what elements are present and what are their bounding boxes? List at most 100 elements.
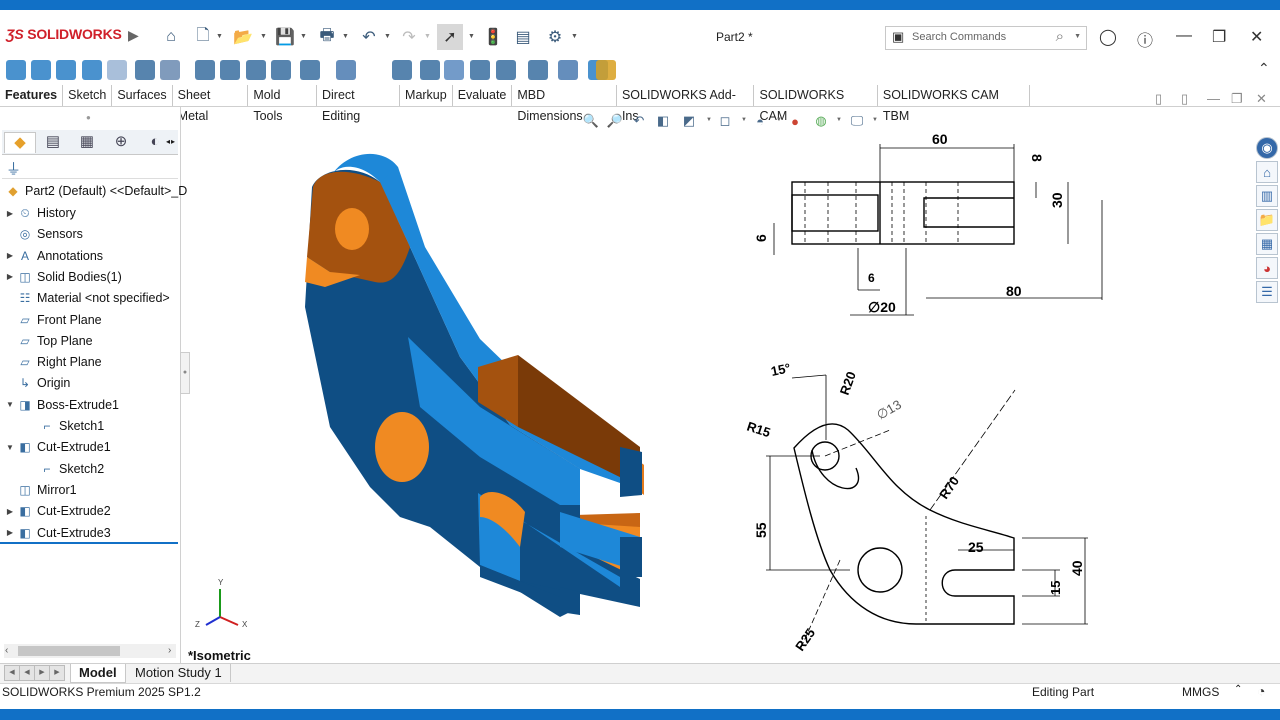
swept-cut-icon[interactable] [220, 60, 240, 80]
tab-direct-editing[interactable]: Direct Editing [317, 85, 401, 123]
doc-minimize-icon[interactable]: — [1207, 91, 1220, 106]
rib-icon[interactable] [392, 60, 412, 80]
new-dropdown-icon[interactable]: ▼ [216, 33, 223, 40]
tab-mbd-dimensions[interactable]: MBD Dimensions [512, 85, 617, 123]
home-taskpane-icon[interactable]: ⌂ [1256, 161, 1278, 183]
tree-item-cut-extrude2[interactable]: ▶ ◧ Cut-Extrude2 [4, 501, 111, 521]
tab-evaluate[interactable]: Evaluate [452, 85, 513, 107]
linear-pattern-icon[interactable] [336, 60, 356, 80]
expand-arrow-icon[interactable]: ▶ [4, 251, 16, 260]
tree-item-sketch1[interactable]: ⌐ Sketch1 [26, 416, 104, 436]
redo-dropdown-icon[interactable]: ▼ [424, 33, 431, 40]
shell-icon[interactable] [444, 60, 464, 80]
expand-arrow-icon[interactable]: ▶ [4, 528, 16, 537]
display-style-icon[interactable]: ◓ [751, 112, 769, 130]
intersect-icon[interactable] [496, 60, 516, 80]
restore-icon[interactable]: ❐ [1212, 27, 1226, 47]
wrap-icon[interactable] [470, 60, 490, 80]
tab-features[interactable]: Features [0, 85, 64, 107]
tab-model[interactable]: Model [70, 664, 126, 683]
tab-motion-study[interactable]: Motion Study 1 [127, 664, 231, 682]
undo-dropdown-icon[interactable]: ▼ [384, 33, 391, 40]
rollback-bar[interactable] [0, 542, 178, 544]
tree-item-history[interactable]: ▶ ⏲ History [4, 203, 76, 223]
tree-item-cut-extrude3[interactable]: ▶ ◧ Cut-Extrude3 [4, 523, 111, 543]
scroll-left-arrow-icon[interactable]: ‹ [5, 645, 8, 656]
tile-left-icon[interactable]: ▯ [1155, 91, 1162, 107]
scene-dropdown-icon[interactable]: ▼ [836, 117, 842, 123]
options-dropdown-icon[interactable]: ▼ [571, 33, 578, 40]
tree-item-cut-extrude1[interactable]: ▼ ◧ Cut-Extrude1 [4, 437, 111, 457]
tree-horizontal-scrollbar[interactable] [4, 644, 176, 658]
select-dropdown-icon[interactable]: ▼ [468, 33, 475, 40]
rebuild-traffic-light-icon[interactable]: 🚦 [482, 27, 504, 47]
tree-item-solid-bodies-1[interactable]: ▶ ◫ Solid Bodies(1) [4, 267, 122, 287]
tree-item-origin[interactable]: ↳ Origin [4, 373, 70, 393]
filter-icon[interactable]: ⏚ [6, 158, 21, 179]
3d-model-viewport[interactable]: Y X Z [180, 107, 740, 663]
reference-geometry-icon[interactable] [558, 60, 578, 80]
tree-item-top-plane[interactable]: ▱ Top Plane [4, 331, 92, 351]
configuration-manager-tab-icon[interactable]: ▦ [72, 132, 102, 152]
print-dropdown-icon[interactable]: ▼ [342, 33, 349, 40]
feature-manager-tab-icon[interactable]: ◆ [4, 132, 36, 153]
tree-item-annotations[interactable]: ▶ A Annotations [4, 246, 103, 266]
tabs-scroll-right-icon[interactable]: ▸ [171, 137, 175, 146]
first-tab-nav-icon[interactable]: ◀ [4, 665, 20, 681]
status-info-icon[interactable]: ◔ [1257, 683, 1265, 699]
redo-icon[interactable]: ↷ [398, 27, 420, 47]
view-palette-icon[interactable]: ▦ [1256, 233, 1278, 255]
view-settings-dropdown-icon[interactable]: ▼ [872, 117, 878, 123]
display-style-dropdown-icon[interactable]: ▼ [776, 117, 782, 123]
appearances-scenes-icon[interactable]: ◕ [1256, 257, 1278, 279]
user-account-icon[interactable]: ◯ [1099, 27, 1117, 47]
tabs-scroll-left-icon[interactable]: ◂ [166, 137, 170, 146]
orientation-dropdown-icon[interactable]: ▼ [741, 117, 747, 123]
boundary-boss-icon[interactable] [107, 60, 127, 80]
status-units[interactable]: MMGS [1182, 685, 1219, 699]
solidworks-resources-icon[interactable]: ◉ [1256, 137, 1278, 159]
tree-item-sketch2[interactable]: ⌐ Sketch2 [26, 459, 104, 479]
doc-close-icon[interactable]: ✕ [1256, 91, 1267, 107]
tree-item-boss-extrude1[interactable]: ▼ ◨ Boss-Extrude1 [4, 395, 119, 415]
units-menu-icon[interactable]: ⌃ [1234, 684, 1242, 695]
expand-arrow-icon[interactable]: ▶ [4, 209, 16, 218]
design-library-icon[interactable]: ▥ [1256, 185, 1278, 207]
print-icon[interactable]: 🖶 [316, 27, 338, 47]
hole-wizard-icon[interactable] [160, 60, 180, 80]
prev-tab-nav-icon[interactable]: ◀ [19, 665, 35, 681]
minimize-icon[interactable]: — [1176, 27, 1192, 45]
expand-arrow-icon[interactable]: ▶ [4, 507, 16, 516]
mirror-icon[interactable] [528, 60, 548, 80]
tab-sketch[interactable]: Sketch [63, 85, 113, 107]
home-icon[interactable]: ⌂ [160, 27, 182, 47]
file-properties-icon[interactable]: ▤ [512, 27, 534, 47]
tab-solidworks-add-ins[interactable]: SOLIDWORKS Add-Ins [616, 85, 755, 123]
open-folder-icon[interactable]: 📂 [232, 27, 254, 47]
select-pointer-icon[interactable]: ➚ [437, 24, 463, 50]
expand-arrow-icon[interactable]: ▼ [4, 443, 16, 452]
lofted-cut-icon[interactable] [246, 60, 266, 80]
dimxpert-manager-tab-icon[interactable]: ⊕ [106, 132, 136, 152]
scroll-right-arrow-icon[interactable]: › [168, 645, 171, 656]
tree-item-right-plane[interactable]: ▱ Right Plane [4, 352, 101, 372]
open-dropdown-icon[interactable]: ▼ [260, 33, 267, 40]
swept-boss-icon[interactable] [56, 60, 76, 80]
instant3d-icon[interactable] [596, 60, 616, 80]
scene-icon[interactable]: ◍ [812, 112, 830, 130]
property-manager-tab-icon[interactable]: ▤ [38, 132, 68, 152]
tree-root-part[interactable]: ◆ Part2 (Default) <<Default>_D [4, 181, 187, 201]
lofted-boss-icon[interactable] [82, 60, 102, 80]
tree-item-sensors[interactable]: ◎ Sensors [4, 224, 83, 244]
tree-item-mirror1[interactable]: ◫ Mirror1 [4, 480, 76, 500]
extruded-cut-icon[interactable] [135, 60, 155, 80]
tab-sheet-metal[interactable]: Sheet Metal [172, 85, 249, 123]
draft-icon[interactable] [420, 60, 440, 80]
save-icon[interactable]: 💾 [274, 27, 296, 47]
expand-arrow-icon[interactable]: ▼ [4, 400, 16, 409]
undo-icon[interactable]: ↶ [358, 27, 380, 47]
expand-arrow-icon[interactable]: ▶ [4, 272, 16, 281]
fillet-icon[interactable] [300, 60, 320, 80]
search-dropdown-icon[interactable]: ▼ [1074, 33, 1081, 40]
menu-expand-arrow-icon[interactable]: ▶ [128, 27, 139, 44]
